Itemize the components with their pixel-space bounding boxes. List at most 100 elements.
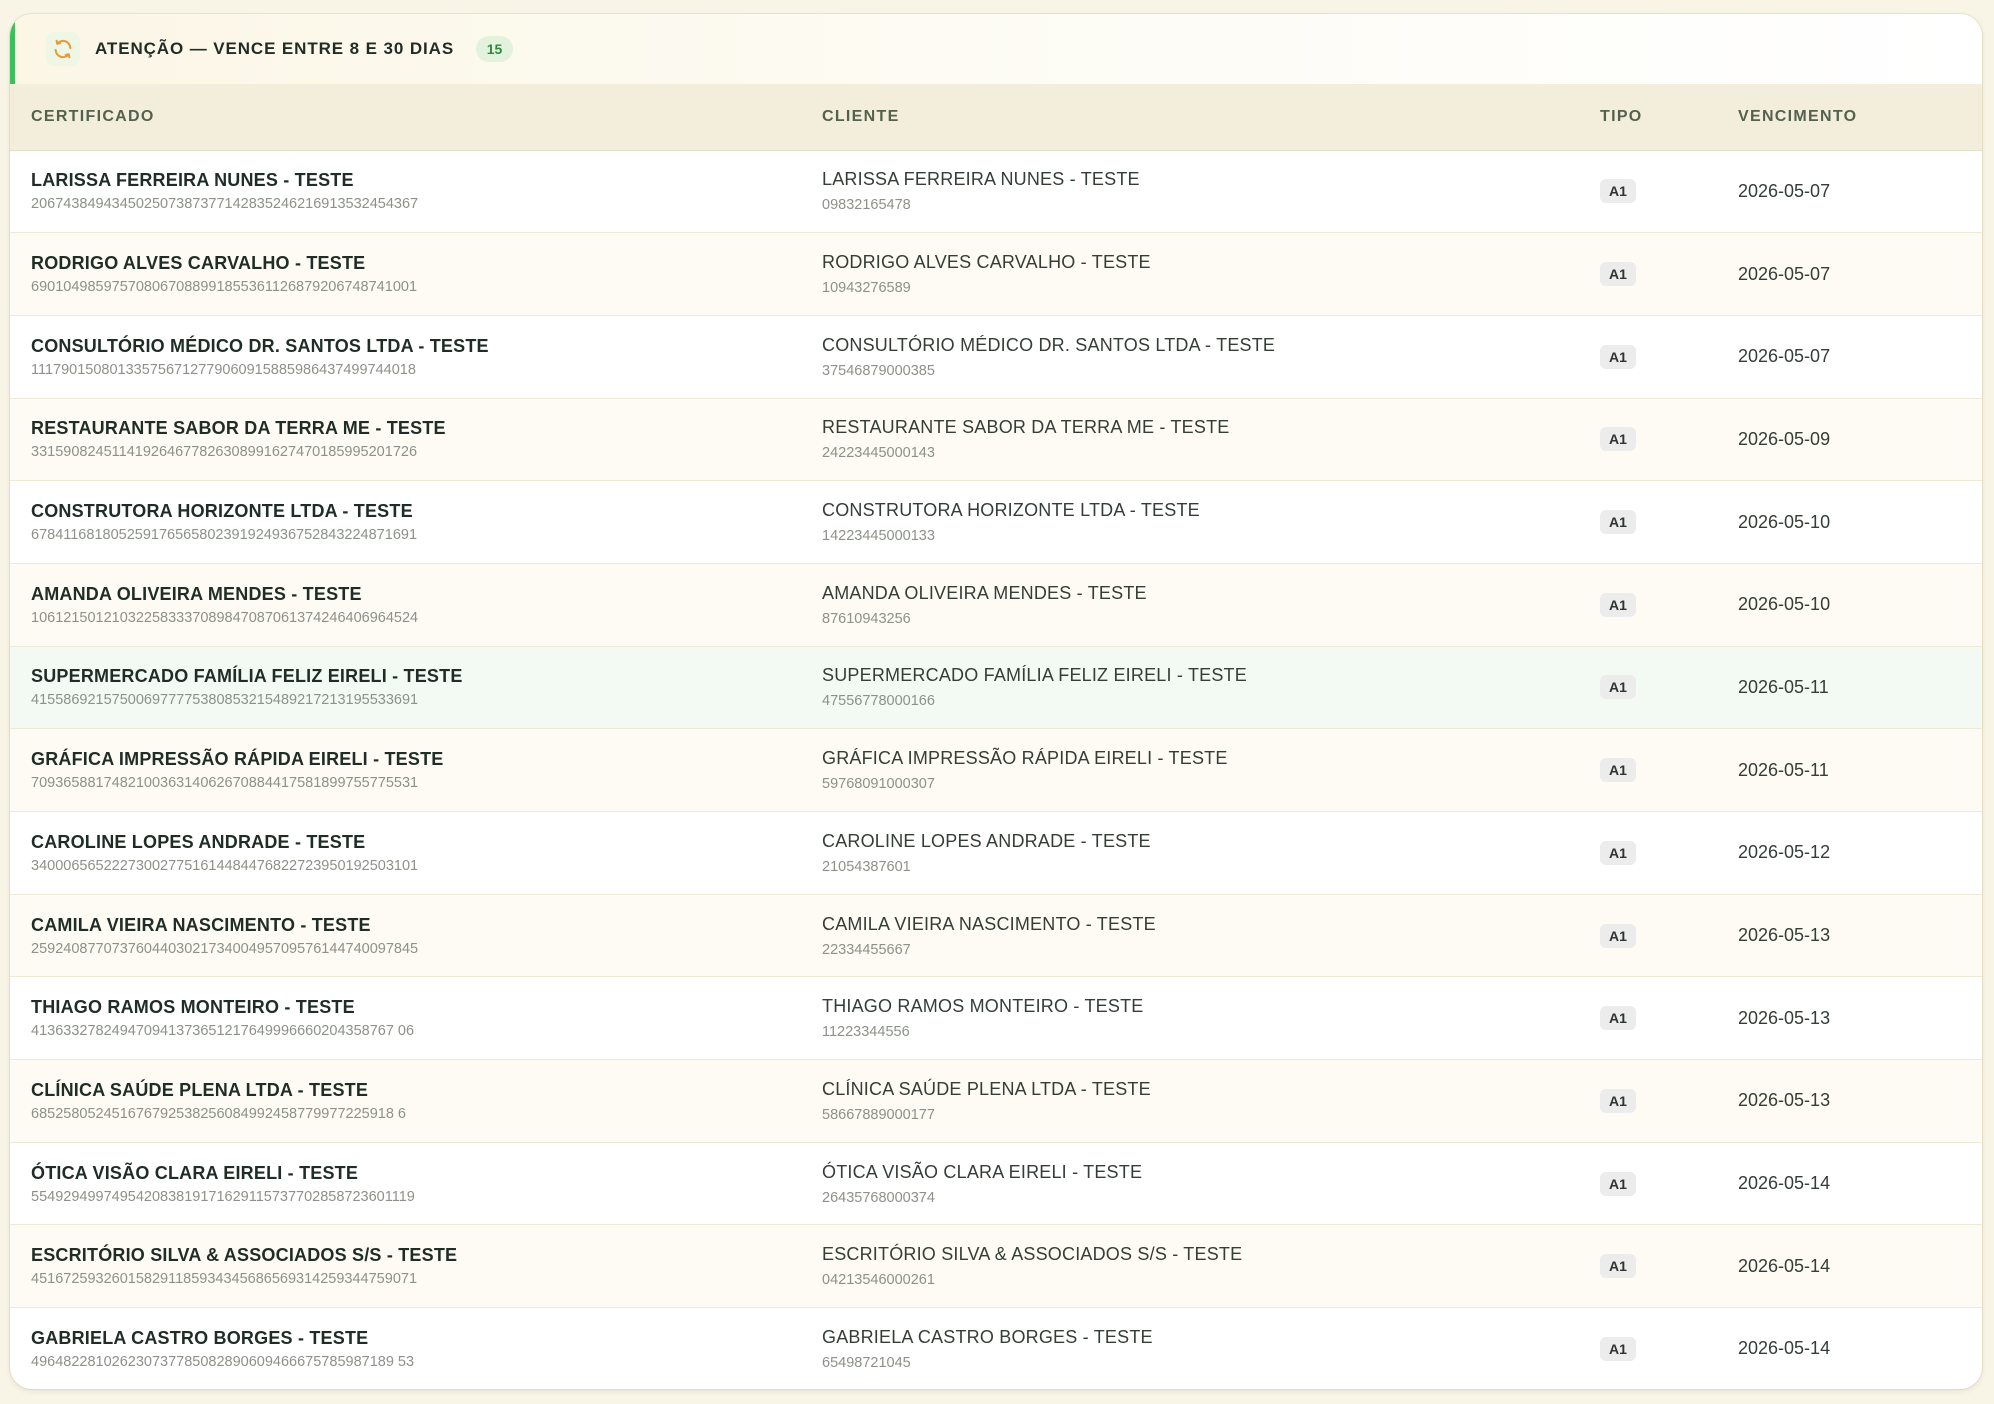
expiring-certificates-panel: ATENÇÃO — VENCE ENTRE 8 E 30 DIAS 15 CER… xyxy=(10,14,1982,1389)
expiry-date: 2026-05-14 xyxy=(1738,1338,1831,1359)
table-row[interactable]: RODRIGO ALVES CARVALHO - TESTE 6901049859… xyxy=(10,232,1982,316)
table-row[interactable]: AMANDA OLIVEIRA MENDES - TESTE 1061215012… xyxy=(10,563,1982,647)
certificate-serial: 2067438494345025073873771428352462169135… xyxy=(31,196,419,213)
client-name: GABRIELA CASTRO BORGES - TESTE xyxy=(822,1326,1153,1347)
client-document: 09832165478 xyxy=(822,197,911,214)
expiry-date: 2026-05-07 xyxy=(1738,180,1831,201)
certificate-name: CLÍNICA SAÚDE PLENA LTDA - TESTE xyxy=(31,1079,369,1100)
certificate-name: ESCRITÓRIO SILVA & ASSOCIADOS S/S - TEST… xyxy=(31,1245,458,1266)
client-document: 47556778000166 xyxy=(822,693,935,710)
tipo-badge: A1 xyxy=(1600,344,1636,369)
certificate-serial: 2592408770737604403021734004957095761447… xyxy=(31,940,419,957)
client-document: 65498721045 xyxy=(822,1354,911,1371)
tipo-badge: A1 xyxy=(1600,1171,1636,1196)
table-row[interactable]: CAROLINE LOPES ANDRADE - TESTE 3400065652… xyxy=(10,811,1982,895)
tipo-badge: A1 xyxy=(1600,758,1636,783)
tipo-badge: A1 xyxy=(1600,675,1636,700)
client-name: ESCRITÓRIO SILVA & ASSOCIADOS S/S - TEST… xyxy=(822,1244,1243,1265)
column-header-tipo[interactable]: TIPO xyxy=(1600,84,1738,151)
client-document: 26435768000374 xyxy=(822,1189,935,1206)
client-name: RODRIGO ALVES CARVALHO - TESTE xyxy=(822,252,1151,273)
table-row-hovered[interactable]: SUPERMERCADO FAMÍLIA FELIZ EIRELI - TEST… xyxy=(10,646,1982,729)
expiry-date: 2026-05-07 xyxy=(1738,346,1831,367)
certificate-serial: 4136332782494709413736512176499966602043… xyxy=(31,1023,415,1040)
certificate-name: ÓTICA VISÃO CLARA EIRELI - TESTE xyxy=(31,1162,359,1183)
table-row[interactable]: CONSULTÓRIO MÉDICO DR. SANTOS LTDA - TES… xyxy=(10,315,1982,399)
expiry-date: 2026-05-11 xyxy=(1738,759,1829,780)
client-document: 11223344556 xyxy=(822,1024,910,1041)
client-document: 87610943256 xyxy=(822,610,911,627)
client-document: 10943276589 xyxy=(822,280,911,297)
table-row[interactable]: ÓTICA VISÃO CLARA EIRELI - TESTE 55492949… xyxy=(10,1142,1982,1225)
certificate-name: LARISSA FERREIRA NUNES - TESTE xyxy=(31,170,354,191)
client-name: GRÁFICA IMPRESSÃO RÁPIDA EIRELI - TESTE xyxy=(822,748,1228,769)
client-document: 24223445000143 xyxy=(822,445,935,462)
tipo-badge: A1 xyxy=(1600,510,1636,535)
tipo-badge: A1 xyxy=(1600,1254,1636,1279)
client-name: ÓTICA VISÃO CLARA EIRELI - TESTE xyxy=(822,1161,1143,1182)
expiry-date: 2026-05-13 xyxy=(1738,925,1831,946)
table-row[interactable]: THIAGO RAMOS MONTEIRO - TESTE 41363327824… xyxy=(10,976,1982,1060)
certificate-name: CAROLINE LOPES ANDRADE - TESTE xyxy=(31,831,366,852)
table-row[interactable]: GRÁFICA IMPRESSÃO RÁPIDA EIRELI - TESTE 7… xyxy=(10,728,1982,812)
client-name: RESTAURANTE SABOR DA TERRA ME - TESTE xyxy=(822,417,1230,438)
tipo-badge: A1 xyxy=(1600,1006,1636,1031)
table-row[interactable]: GABRIELA CASTRO BORGES - TESTE 4964822810… xyxy=(10,1307,1982,1389)
certificate-serial: 4155869215750069777753808532154892172131… xyxy=(31,692,419,709)
tipo-badge: A1 xyxy=(1600,262,1636,287)
certificate-name: CONSTRUTORA HORIZONTE LTDA - TESTE xyxy=(31,501,413,522)
table-row[interactable]: CLÍNICA SAÚDE PLENA LTDA - TESTE 68525805… xyxy=(10,1059,1982,1143)
table-body: LARISSA FERREIRA NUNES - TESTE 2067438494… xyxy=(10,150,1982,1389)
certificate-name: CAMILA VIEIRA NASCIMENTO - TESTE xyxy=(31,914,371,935)
expiry-date: 2026-05-10 xyxy=(1738,594,1831,615)
certificate-serial: 3315908245114192646778263089916274701859… xyxy=(31,444,418,461)
certificate-serial: 4964822810262307377850828906094666757859… xyxy=(31,1353,415,1370)
section-title: ATENÇÃO — VENCE ENTRE 8 E 30 DIAS xyxy=(95,39,455,58)
client-name: THIAGO RAMOS MONTEIRO - TESTE xyxy=(822,996,1144,1017)
expiry-date: 2026-05-10 xyxy=(1738,511,1831,532)
expiry-date: 2026-05-07 xyxy=(1738,263,1831,284)
certificate-serial: 3400065652227300277516144844768227239501… xyxy=(31,857,419,874)
certificate-name: GABRIELA CASTRO BORGES - TESTE xyxy=(31,1327,369,1348)
expiry-date: 2026-05-12 xyxy=(1738,842,1831,863)
client-document: 04213546000261 xyxy=(822,1272,935,1289)
count-badge: 15 xyxy=(476,36,514,62)
client-name: CONSTRUTORA HORIZONTE LTDA - TESTE xyxy=(822,500,1200,521)
certificates-table: CERTIFICADO CLIENTE TIPO VENCIMENTO LARI… xyxy=(10,84,1982,1389)
column-header-cliente[interactable]: CLIENTE xyxy=(822,84,1600,151)
tipo-badge: A1 xyxy=(1600,923,1636,948)
client-document: 37546879000385 xyxy=(822,362,935,379)
client-document: 14223445000133 xyxy=(822,528,935,545)
tipo-badge: A1 xyxy=(1600,840,1636,865)
certificate-name: THIAGO RAMOS MONTEIRO - TESTE xyxy=(31,997,355,1018)
table-row[interactable]: ESCRITÓRIO SILVA & ASSOCIADOS S/S - TEST… xyxy=(10,1224,1982,1308)
client-document: 21054387601 xyxy=(822,858,911,875)
column-header-certificado[interactable]: CERTIFICADO xyxy=(10,84,822,151)
column-header-vencimento[interactable]: VENCIMENTO xyxy=(1738,84,1982,151)
expiry-date: 2026-05-11 xyxy=(1738,676,1829,697)
client-name: LARISSA FERREIRA NUNES - TESTE xyxy=(822,169,1140,190)
tipo-badge: A1 xyxy=(1600,1336,1636,1361)
tipo-badge: A1 xyxy=(1600,427,1636,452)
tipo-badge: A1 xyxy=(1600,1088,1636,1113)
table-row[interactable]: CAMILA VIEIRA NASCIMENTO - TESTE 25924087… xyxy=(10,894,1982,977)
certificate-serial: 4516725932601582911859343456865693142593… xyxy=(31,1271,418,1288)
certificate-name: GRÁFICA IMPRESSÃO RÁPIDA EIRELI - TESTE xyxy=(31,749,444,770)
client-name: CAMILA VIEIRA NASCIMENTO - TESTE xyxy=(822,913,1156,934)
certificate-name: CONSULTÓRIO MÉDICO DR. SANTOS LTDA - TES… xyxy=(31,335,489,356)
section-header: ATENÇÃO — VENCE ENTRE 8 E 30 DIAS 15 xyxy=(10,14,1982,84)
client-name: SUPERMERCADO FAMÍLIA FELIZ EIRELI - TEST… xyxy=(822,665,1247,686)
table-header-row: CERTIFICADO CLIENTE TIPO VENCIMENTO xyxy=(10,84,1982,151)
client-document: 22334455667 xyxy=(822,941,911,958)
client-name: CLÍNICA SAÚDE PLENA LTDA - TESTE xyxy=(822,1078,1151,1099)
client-name: CONSULTÓRIO MÉDICO DR. SANTOS LTDA - TES… xyxy=(822,334,1276,355)
table-row[interactable]: LARISSA FERREIRA NUNES - TESTE 2067438494… xyxy=(10,150,1982,233)
tipo-badge: A1 xyxy=(1600,592,1636,617)
client-name: AMANDA OLIVEIRA MENDES - TESTE xyxy=(822,582,1147,603)
expiry-date: 2026-05-13 xyxy=(1738,1090,1831,1111)
certificate-serial: 1117901508013357567127790609158859864374… xyxy=(31,361,416,378)
table-row[interactable]: RESTAURANTE SABOR DA TERRA ME - TESTE 331… xyxy=(10,398,1982,481)
expiry-date: 2026-05-13 xyxy=(1738,1007,1831,1028)
client-document: 59768091000307 xyxy=(822,776,935,793)
table-row[interactable]: CONSTRUTORA HORIZONTE LTDA - TESTE 678411… xyxy=(10,480,1982,564)
